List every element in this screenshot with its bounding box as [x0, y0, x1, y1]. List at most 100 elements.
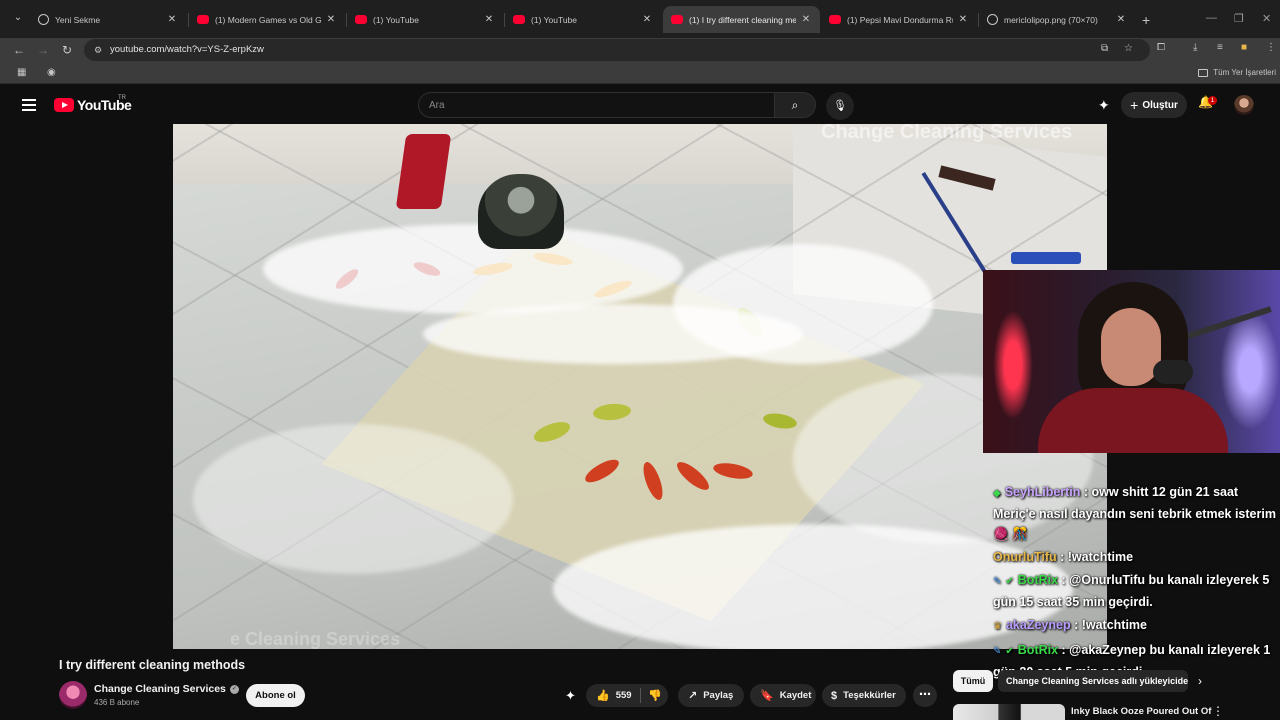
download-icon[interactable]: ⤓ [1193, 42, 1197, 53]
close-icon[interactable]: ✕ [325, 14, 337, 25]
bookmark-icon: 🔖 [760, 690, 774, 702]
close-icon[interactable]: ✕ [641, 14, 653, 25]
browser-tab[interactable]: (1) YouTube ✕ [505, 6, 661, 33]
video-player[interactable]: Change Cleaning Services e Cleaning Serv… [173, 124, 1107, 649]
chat-message: ♛ akaZeynep : !watchtime [993, 615, 1280, 637]
close-icon[interactable]: ✕ [957, 14, 969, 25]
channel-avatar[interactable] [59, 681, 87, 709]
filter-chip-uploader[interactable]: Change Cleaning Services adlı yükleyicid… [998, 670, 1188, 692]
youtube-icon [197, 15, 209, 24]
search-placeholder: Ara [429, 100, 445, 111]
site-info-icon[interactable]: ⚙ [92, 44, 104, 56]
url-text[interactable]: youtube.com/watch?v=YS-Z-erpKzw [110, 44, 264, 55]
youtube-icon [355, 15, 367, 24]
account-avatar[interactable] [1234, 95, 1254, 115]
apps-grid-icon[interactable]: ▦ [17, 67, 26, 78]
microphone-icon: 🎙 [833, 100, 847, 112]
menu-icon[interactable] [22, 99, 36, 111]
chat-user: OnurluTifu [993, 550, 1057, 564]
country-code: TR [118, 95, 126, 101]
subscribe-button[interactable]: Abone ol [246, 684, 305, 707]
thanks-button[interactable]: $ Teşekkürler [822, 684, 906, 707]
browser-tab[interactable]: Yeni Sekme ✕ [30, 6, 186, 33]
install-app-icon[interactable]: ⧉ [1101, 43, 1108, 54]
chat-user: BotRix [1017, 573, 1059, 587]
tab-search-icon[interactable]: ⌄ [10, 10, 26, 26]
browser-tab[interactable]: mericlolipop.png (70×70) ✕ [979, 6, 1135, 33]
recommended-thumbnail[interactable] [953, 704, 1065, 720]
close-icon[interactable]: ✕ [1115, 14, 1127, 25]
search-icon: ⌕ [791, 98, 799, 112]
browser-tab-active[interactable]: (1) I try different cleaning methods ✕ [663, 6, 820, 33]
ai-sparkle-icon[interactable]: ✦ [565, 688, 576, 704]
voice-search-button[interactable]: 🎙 [826, 92, 854, 120]
extension-badge-icon[interactable]: ■ [1241, 42, 1247, 53]
browser-tab[interactable]: (1) Modern Games vs Old Games ✕ [189, 6, 345, 33]
extensions-icon[interactable]: ⧠ [1157, 42, 1165, 53]
close-icon[interactable]: ✕ [166, 14, 178, 25]
tab-title: (1) Modern Games vs Old Games [215, 14, 321, 25]
chat-user: SeyhLibertin [1004, 485, 1081, 499]
browser-menu-icon[interactable]: ⋮ [1266, 42, 1276, 53]
broom-head [1011, 252, 1081, 264]
chat-text: !watchtime [1081, 618, 1147, 632]
verified-badge-icon: ✔ [1005, 646, 1014, 657]
youtube-logo-icon [54, 98, 74, 112]
address-bar[interactable]: ⚙ youtube.com/watch?v=YS-Z-erpKzw ⧉ ☆ [84, 39, 1150, 61]
search-button[interactable]: ⌕ [774, 92, 816, 118]
channel-name[interactable]: Change Cleaning Services ✓ [94, 683, 239, 695]
gem-badge-icon: ◆ [993, 488, 1001, 499]
chat-separator: : [1070, 618, 1082, 632]
restore-icon[interactable]: ❐ [1234, 12, 1244, 25]
chat-user: akaZeynep [1005, 618, 1071, 632]
foam [263, 224, 683, 314]
browser-tab[interactable]: (1) Pepsi Mavi Dondurma Rulo ✕ [821, 6, 977, 33]
video-title: I try different cleaning methods [59, 658, 246, 672]
close-icon[interactable]: ✕ [483, 14, 495, 25]
verified-icon: ✓ [229, 684, 239, 694]
tab-title: (1) I try different cleaning methods [689, 14, 796, 25]
recommended-title[interactable]: Inky Black Ooze Poured Out Of [1071, 706, 1211, 717]
dislike-icon[interactable]: 👎 [648, 689, 662, 702]
foam [193, 424, 513, 574]
like-count[interactable]: 559 [616, 690, 632, 701]
floor-scrubber-machine [478, 174, 564, 249]
back-icon[interactable]: ← [10, 41, 28, 59]
bookmark-globe-icon[interactable]: ◉ [47, 67, 56, 78]
chat-separator: : [1056, 550, 1068, 564]
save-button[interactable]: 🔖 Kaydet [750, 684, 816, 707]
more-actions-button[interactable]: ⋯ [913, 684, 937, 707]
youtube-icon [829, 15, 841, 24]
all-bookmarks-label: Tüm Yer İşaretleri [1213, 68, 1276, 77]
wrench-badge-icon: ✎ [993, 576, 1002, 587]
like-icon[interactable]: 👍 [596, 689, 610, 702]
create-button[interactable]: + Oluştur [1121, 92, 1187, 118]
new-tab-icon[interactable]: + [1142, 12, 1150, 28]
verified-badge-icon: ✔ [1005, 576, 1014, 587]
filter-chip-all[interactable]: Tümü [953, 670, 993, 692]
all-bookmarks[interactable]: Tüm Yer İşaretleri [1198, 68, 1276, 77]
sparkle-icon[interactable]: ✦ [1098, 97, 1110, 114]
share-icon: ↗ [688, 690, 698, 702]
forward-icon[interactable]: → [34, 41, 52, 59]
reload-icon[interactable]: ↻ [58, 41, 76, 59]
tab-title: Yeni Sekme [55, 14, 101, 25]
minimize-icon[interactable]: — [1206, 12, 1217, 24]
youtube-header: YouTube TR Ara ⌕ 🎙 ✦ + Oluştur 🔔 [0, 85, 1280, 125]
bookmarks-bar: ▦ ◉ Tüm Yer İşaretleri [0, 62, 1280, 84]
search-input[interactable]: Ara [418, 92, 774, 118]
tab-title: mericlolipop.png (70×70) [1004, 14, 1098, 25]
window-close-icon[interactable]: ✕ [1262, 12, 1271, 25]
more-vertical-icon[interactable]: ⋮ [1212, 704, 1224, 718]
close-icon[interactable]: ✕ [800, 14, 812, 25]
like-dislike-group: 👍 559 👎 [586, 684, 668, 707]
thanks-label: Teşekkürler [843, 690, 896, 701]
share-button[interactable]: ↗ Paylaş [678, 684, 744, 707]
media-control-icon[interactable]: ≡ [1217, 42, 1223, 53]
notification-badge: 1 [1208, 96, 1217, 105]
browser-tab[interactable]: (1) YouTube ✕ [347, 6, 503, 33]
chevron-right-icon[interactable]: › [1198, 674, 1202, 688]
bookmark-star-icon[interactable]: ☆ [1124, 43, 1133, 54]
globe-icon [987, 14, 998, 25]
chat-text: !watchtime [1067, 550, 1134, 564]
